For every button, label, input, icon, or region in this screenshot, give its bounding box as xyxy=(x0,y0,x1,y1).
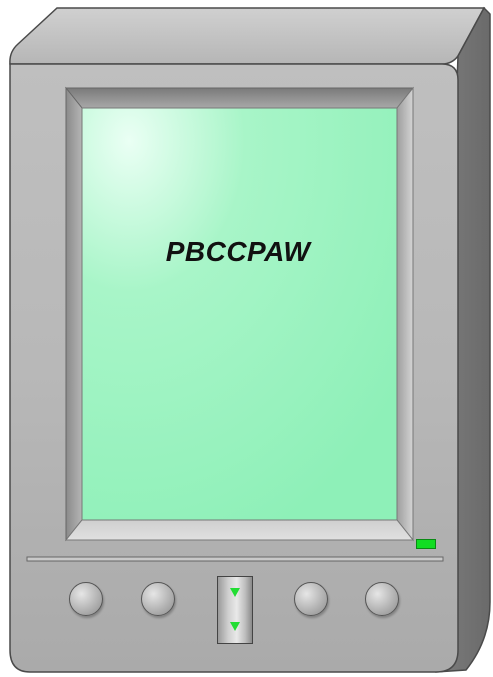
hardware-button-3[interactable] xyxy=(294,582,328,616)
divider xyxy=(26,556,444,562)
status-led xyxy=(416,539,436,549)
arrow-down-icon[interactable] xyxy=(230,588,240,597)
hardware-button-4[interactable] xyxy=(365,582,399,616)
screen xyxy=(81,107,398,521)
arrow-down-icon[interactable] xyxy=(230,622,240,631)
hardware-button-2[interactable] xyxy=(141,582,175,616)
hardware-button-1[interactable] xyxy=(69,582,103,616)
screen-title: PBCCPAW xyxy=(165,236,311,267)
scroll-rocker[interactable] xyxy=(217,576,253,644)
